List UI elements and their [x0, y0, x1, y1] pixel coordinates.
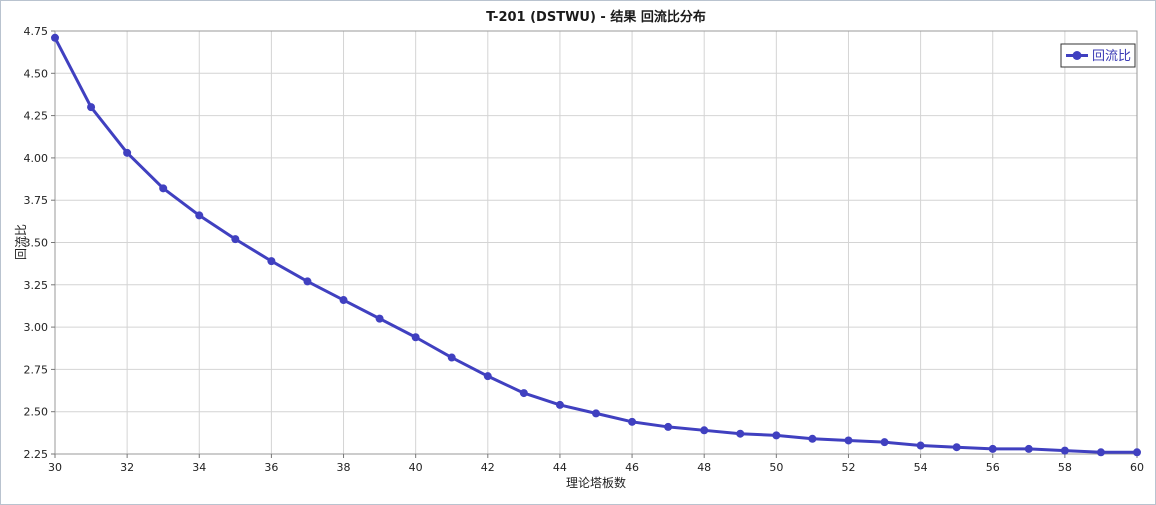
y-tick-label: 2.25	[24, 448, 49, 461]
legend-label: 回流比	[1092, 49, 1131, 64]
y-tick-label: 2.75	[24, 363, 49, 376]
legend-marker-swatch	[1072, 51, 1082, 60]
data-point[interactable]	[87, 103, 96, 112]
chart-title: T-201 (DSTWU) - 结果 回流比分布	[486, 9, 706, 25]
x-tick-label: 50	[769, 461, 783, 474]
x-tick-label: 60	[1130, 461, 1144, 474]
data-point[interactable]	[123, 148, 132, 157]
data-point[interactable]	[195, 211, 204, 220]
x-tick-label: 46	[625, 461, 639, 474]
data-point[interactable]	[231, 235, 240, 244]
data-point[interactable]	[664, 422, 673, 431]
data-point[interactable]	[303, 277, 312, 286]
x-tick-label: 30	[48, 461, 62, 474]
data-point[interactable]	[736, 429, 745, 438]
y-axis-label: 回流比	[14, 224, 28, 260]
y-tick-label: 3.00	[24, 321, 49, 334]
y-tick-label: 3.75	[24, 194, 49, 207]
data-point[interactable]	[519, 389, 528, 398]
x-tick-label: 48	[697, 461, 711, 474]
data-point[interactable]	[592, 409, 600, 418]
x-axis-label: 理论塔板数	[566, 475, 626, 490]
y-tick-label: 4.25	[24, 110, 49, 123]
x-tick-label: 36	[264, 461, 278, 474]
data-point[interactable]	[700, 426, 709, 435]
data-point[interactable]	[1096, 448, 1105, 457]
data-point[interactable]	[916, 441, 925, 450]
y-tick-label: 4.00	[24, 152, 49, 165]
y-tick-label: 2.50	[24, 406, 49, 419]
data-point[interactable]	[267, 257, 276, 266]
data-point[interactable]	[339, 296, 348, 305]
x-tick-label: 34	[192, 461, 206, 474]
x-tick-label: 44	[553, 461, 567, 474]
y-tick-label: 4.50	[24, 67, 49, 80]
data-point[interactable]	[1133, 448, 1141, 457]
data-point[interactable]	[952, 443, 961, 452]
data-point[interactable]	[375, 314, 384, 323]
data-point[interactable]	[411, 333, 420, 342]
data-point[interactable]	[988, 444, 997, 453]
y-axis-ticks: 2.252.502.753.003.253.503.754.004.254.50…	[24, 25, 55, 461]
data-point[interactable]	[483, 372, 492, 381]
x-tick-label: 52	[841, 461, 855, 474]
x-tick-label: 42	[481, 461, 495, 474]
x-axis-ticks: 30 32 34 36 38 40 42 44 46 48 50 52 54 56 58 60	[48, 454, 1144, 474]
data-point[interactable]	[1024, 444, 1033, 453]
data-point[interactable]	[447, 353, 456, 362]
y-tick-label: 4.75	[24, 25, 49, 38]
x-tick-label: 54	[914, 461, 928, 474]
x-tick-label: 58	[1058, 461, 1072, 474]
data-point[interactable]	[772, 431, 781, 440]
reflux-ratio-chart: T-201 (DSTWU) - 结果 回流比分布 30 32 34 36 38 40 42 4…	[14, 9, 1144, 490]
data-point[interactable]	[628, 417, 637, 426]
data-point[interactable]	[880, 438, 889, 447]
y-tick-label: 3.25	[24, 279, 49, 292]
x-tick-label: 40	[409, 461, 423, 474]
data-point[interactable]	[51, 33, 59, 42]
data-point[interactable]	[1060, 446, 1069, 455]
data-point[interactable]	[159, 184, 168, 193]
data-point[interactable]	[844, 436, 853, 445]
legend[interactable]: 回流比	[1060, 43, 1136, 68]
x-tick-label: 32	[120, 461, 134, 474]
x-tick-label: 38	[337, 461, 351, 474]
x-tick-label: 56	[986, 461, 1000, 474]
data-point[interactable]	[808, 434, 817, 443]
data-point[interactable]	[555, 400, 564, 409]
